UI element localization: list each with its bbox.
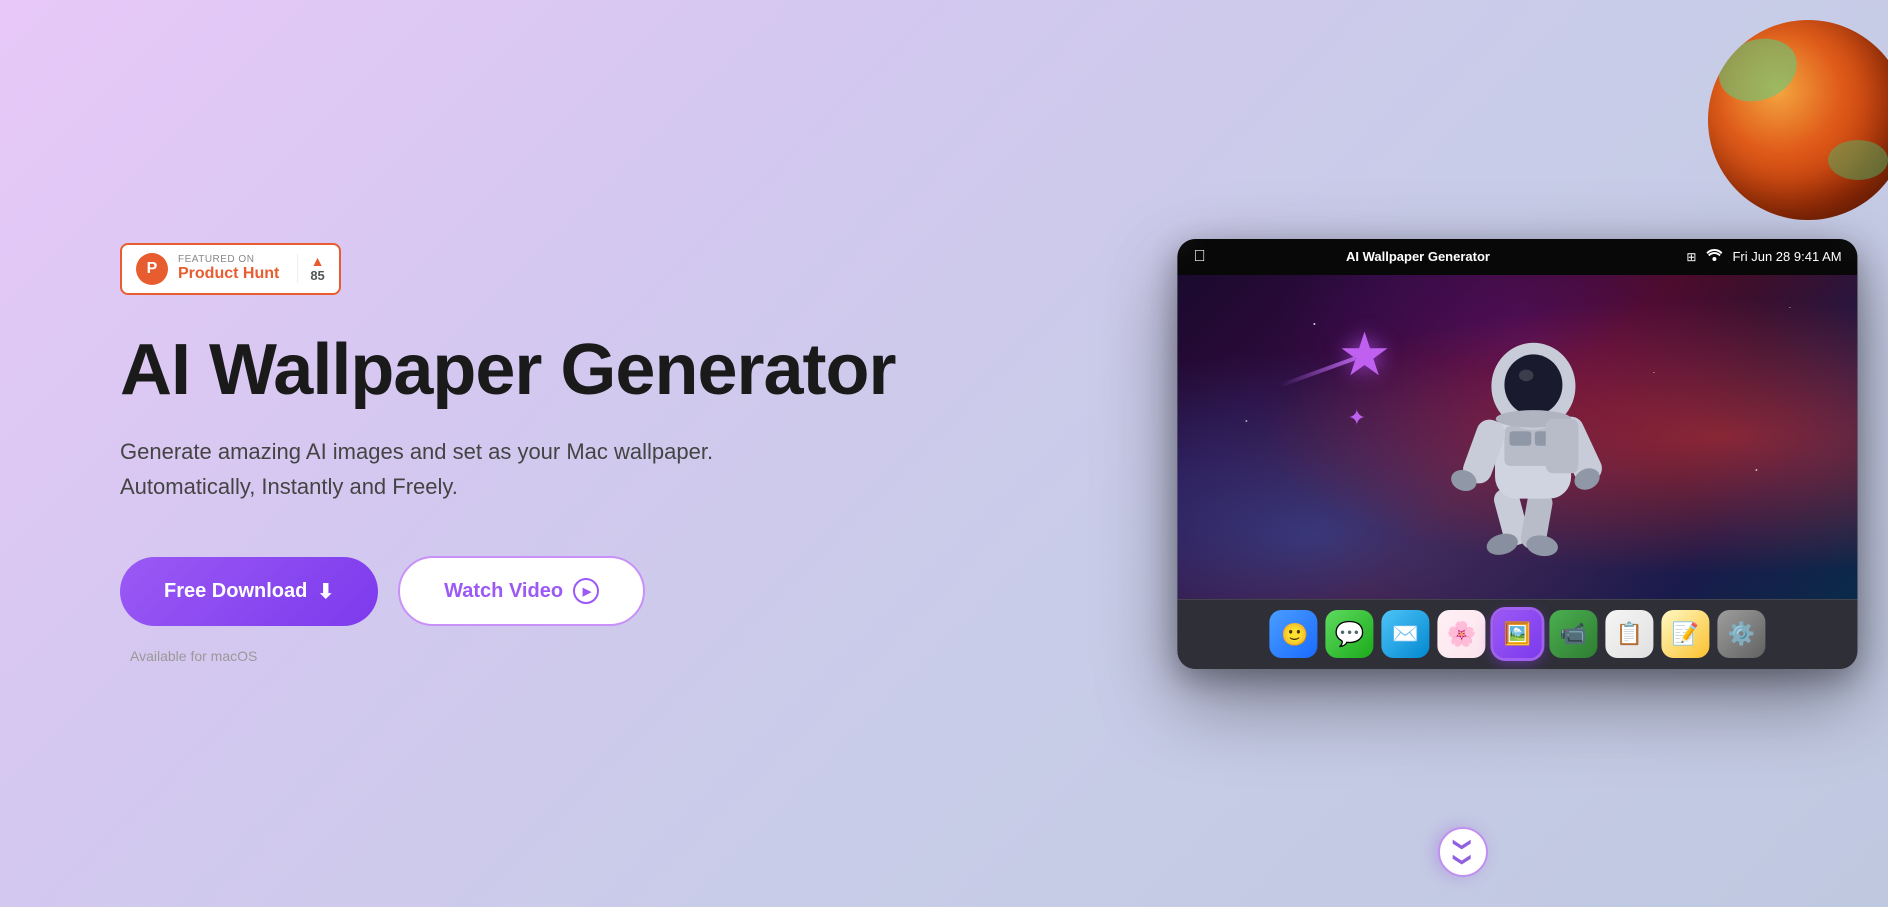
ph-featured-on-label: FEATURED ON — [178, 254, 279, 265]
mac-app-name-label: AI Wallpaper Generator — [1178, 249, 1675, 264]
dock-icon-notes[interactable]: 📝 — [1662, 610, 1710, 658]
ph-product-hunt-label: Product Hunt — [178, 265, 279, 283]
mac-date-time: Fri Jun 28 9:41 AM — [1732, 249, 1841, 264]
dock-icon-system-settings[interactable]: ⚙️ — [1718, 610, 1766, 658]
dock-icon-finder[interactable]: 🙂 — [1270, 610, 1318, 658]
watch-video-button[interactable]: Watch Video ▶ — [398, 556, 645, 626]
chevron-down-icon: ❯❯ — [1454, 837, 1472, 867]
ph-logo-icon: P — [136, 253, 168, 285]
svg-text:🙂: 🙂 — [1282, 622, 1309, 647]
product-hunt-badge[interactable]: P FEATURED ON Product Hunt ▲ 85 — [120, 243, 341, 295]
dock-icon-messages[interactable]: 💬 — [1326, 610, 1374, 658]
mac-wallpaper-content: ★ ✦ — [1178, 275, 1858, 599]
mac-menubar:  AI Wallpaper Generator ⊞ Fri Jun — [1178, 239, 1858, 275]
star-icon: ★ — [1338, 325, 1392, 385]
subtitle-line2: Automatically, Instantly and Freely. — [120, 474, 458, 499]
dock-icon-image-playground[interactable]: 🌸 — [1438, 610, 1486, 658]
mac-menubar-right: ⊞ Fri Jun 28 9:41 AM — [1686, 249, 1841, 264]
dock-icon-mail[interactable]: ✉️ — [1382, 610, 1430, 658]
macos-availability-label: Available for macOS — [120, 648, 1038, 664]
dock-icon-ai-wallpaper[interactable]: 🖼️ — [1494, 610, 1542, 658]
astronaut-illustration — [1178, 275, 1858, 599]
download-icon: ⬇ — [317, 579, 334, 604]
small-star-icon: ✦ — [1348, 405, 1366, 431]
mac-dock: 🙂 💬 ✉️ 🌸 🖼️ — [1178, 599, 1858, 669]
subtitle: Generate amazing AI images and set as yo… — [120, 434, 720, 504]
right-content:  AI Wallpaper Generator ⊞ Fri Jun — [1038, 0, 1888, 907]
download-label: Free Download — [164, 580, 307, 603]
ph-text-group: FEATURED ON Product Hunt — [178, 254, 279, 283]
free-download-button[interactable]: Free Download ⬇ — [120, 557, 378, 626]
buttons-row: Free Download ⬇ Watch Video ▶ — [120, 556, 1038, 626]
screenshot-icon: ⊞ — [1686, 250, 1696, 264]
subtitle-line1: Generate amazing AI images and set as yo… — [120, 439, 713, 464]
ph-upvotes-group: ▲ 85 — [297, 254, 324, 283]
ph-upvote-count: 85 — [310, 268, 324, 283]
watch-label: Watch Video — [444, 580, 563, 603]
hero-section: P FEATURED ON Product Hunt ▲ 85 AI Wallp… — [0, 0, 1888, 907]
left-content: P FEATURED ON Product Hunt ▲ 85 AI Wallp… — [0, 0, 1038, 907]
dock-icon-reminders[interactable]: 📋 — [1606, 610, 1654, 658]
mac-window-mockup:  AI Wallpaper Generator ⊞ Fri Jun — [1178, 239, 1858, 669]
planet-decoration — [1708, 20, 1888, 220]
star-wand-decoration: ★ ✦ — [1338, 325, 1392, 385]
scroll-down-button[interactable]: ❯❯ — [1438, 827, 1488, 877]
dock-icon-facetime[interactable]: 📹 — [1550, 610, 1598, 658]
play-icon: ▶ — [573, 578, 599, 604]
ph-arrow-icon: ▲ — [311, 254, 325, 268]
main-title: AI Wallpaper Generator — [120, 331, 1038, 410]
wifi-icon — [1706, 249, 1722, 264]
